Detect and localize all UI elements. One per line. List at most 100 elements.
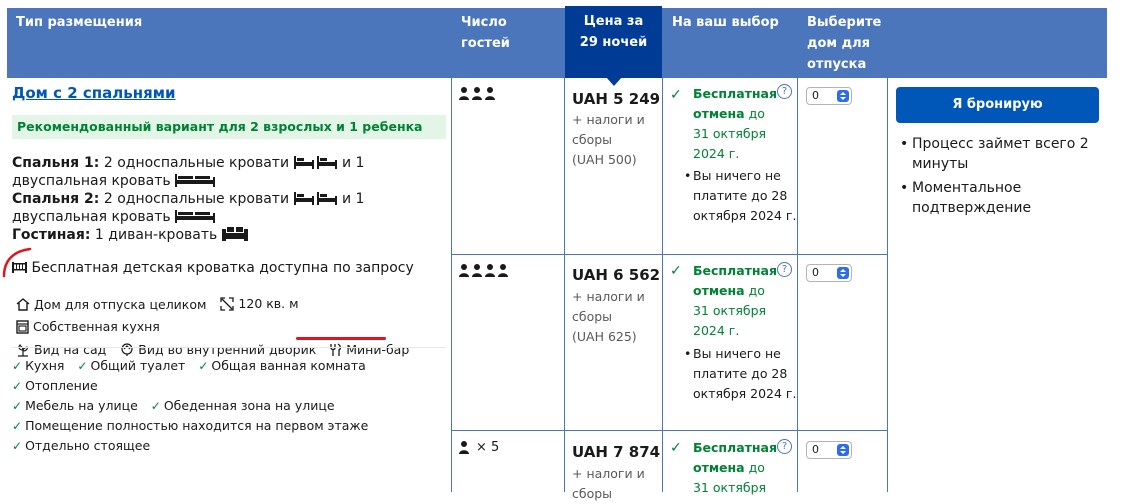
cancellation-policy: Бесплатная отмена до 31 октября 2024 г. <box>693 261 779 341</box>
minibar-icon <box>330 343 342 356</box>
bullet-dot: • <box>900 136 909 152</box>
info-icon[interactable]: ? <box>777 262 792 277</box>
person-icon <box>459 264 508 277</box>
price-taxes: + налоги и сборы (UAH 500) <box>572 110 645 170</box>
unit-select[interactable]: 0 <box>806 87 852 105</box>
col-header-price-label: Цена за 29 ночей <box>579 14 648 50</box>
facility-label: Собственная кухня <box>33 319 160 334</box>
section-divider <box>12 347 446 348</box>
free-cancel-label: отмена <box>693 283 745 298</box>
person-icon <box>459 441 469 454</box>
unit-select[interactable]: 0 <box>806 264 852 282</box>
col-divider <box>564 8 565 492</box>
unit-select-value: 0 <box>812 443 819 456</box>
courtyard-view-icon <box>121 343 133 356</box>
col-header-guests-label: Число гостей <box>461 15 510 51</box>
amenity-label: Общий туалет <box>90 358 186 373</box>
bedroom1-text: 2 односпальные кровати <box>99 155 294 171</box>
tax-line: + налоги и <box>572 112 645 127</box>
amenity-label: Обеденная зона на улице <box>163 398 335 413</box>
free-cancel-date: 31 октября <box>693 303 767 318</box>
check-icon: ✓ <box>77 359 88 373</box>
col-header-book <box>888 8 1107 78</box>
crib-icon <box>12 262 27 273</box>
room-name-link[interactable]: Дом с 2 спальнями <box>12 84 176 102</box>
booking-benefit-text: Процесс займет всего 2 минуты <box>912 136 1089 172</box>
amenity-item: ✓ Обеденная зона на улице <box>151 396 335 416</box>
facility-label: 120 кв. м <box>238 296 299 311</box>
col-divider <box>797 8 798 492</box>
check-icon: ✓ <box>12 399 23 413</box>
info-icon[interactable]: ? <box>777 439 792 454</box>
free-cancel-label: отмена <box>693 460 745 475</box>
col-header-type-label: Тип размещения <box>16 15 143 30</box>
booking-benefit: • Процесс займет всего 2 минуты <box>900 134 1102 174</box>
price-amount: UAH 5 249 <box>572 90 661 108</box>
free-cancel-date: 2024 г. <box>693 323 740 338</box>
unit-select-value: 0 <box>812 89 819 102</box>
facility-label: Дом для отпуска целиком <box>34 296 207 312</box>
free-cancel-date: 2024 г. <box>693 146 740 161</box>
book-now-button[interactable]: Я бронирую <box>896 87 1099 123</box>
col-header-price[interactable]: Цена за 29 ночей <box>565 6 662 78</box>
info-icon[interactable]: ? <box>777 84 792 99</box>
facility-item: 120 кв. м <box>220 294 299 314</box>
row-divider <box>452 254 888 255</box>
living-room-label: Гостиная: <box>12 227 91 243</box>
check-icon: ✓ <box>12 439 23 453</box>
tax-line: + налоги и <box>572 466 645 481</box>
col-header-select-label: Выберите дом для отпуска <box>807 15 882 72</box>
amenity-item: ✓ Отопление <box>12 376 98 396</box>
tax-line: сборы <box>572 132 613 147</box>
garden-view-icon <box>18 343 28 357</box>
kitchen-icon <box>16 320 29 334</box>
double-bed-icon <box>175 174 216 187</box>
free-cancel-label: до <box>744 283 765 298</box>
check-icon: ✓ <box>12 359 23 373</box>
crib-text: Бесплатная детская кроватка доступна по … <box>31 260 414 276</box>
check-icon: ✓ <box>670 87 682 103</box>
cancellation-policy: Бесплатная отмена до 31 октября 2024 г. <box>693 84 779 164</box>
unit-select-value: 0 <box>812 266 819 279</box>
amenity-label: Кухня <box>25 358 65 373</box>
check-icon: ✓ <box>670 263 682 279</box>
facility-item: Дом для отпуска целиком <box>16 295 206 315</box>
amenities-list: ✓ Кухня ✓ Общий туалет ✓ Общая ванная комна… <box>12 356 452 456</box>
bedroom1-label: Спальня 1: <box>12 155 100 171</box>
amenity-label: Общая ванная комната <box>211 358 366 373</box>
check-icon: ✓ <box>12 419 23 433</box>
amenity-label: Отопление <box>25 378 98 393</box>
col-divider <box>887 8 888 492</box>
free-cancel-label: Бесплатная <box>693 263 777 278</box>
unit-select[interactable]: 0 <box>806 441 852 459</box>
free-cancel-label: до <box>744 460 765 475</box>
amenity-label: Мебель на улице <box>25 398 138 413</box>
facility-item: Собственная кухня <box>16 317 160 337</box>
guest-count <box>459 87 497 100</box>
crib-info: Бесплатная детская кроватка доступна по … <box>12 259 414 277</box>
sort-indicator <box>606 77 622 86</box>
booking-benefit-text: Моментальное подтверждение <box>912 180 1032 216</box>
col-header-type: Тип размещения <box>7 8 451 78</box>
tax-amount: (UAH 500) <box>572 152 637 167</box>
recommended-banner: Рекомендованный вариант для 2 взрослых и… <box>12 115 446 139</box>
cancellation-policy: Бесплатная отмена до 31 октября <box>693 438 779 498</box>
amenity-item: ✓ Мебель на улице <box>12 396 138 416</box>
select-arrows-icon <box>837 444 849 456</box>
free-cancel-label: отмена <box>693 106 745 121</box>
living-room-text: 1 диван-кровать <box>90 227 222 243</box>
check-icon: ✓ <box>150 399 161 413</box>
price-amount: UAH 6 562 <box>572 266 661 284</box>
col-divider <box>662 8 663 492</box>
bullet-dot: • <box>684 346 692 361</box>
double-bed-icon <box>175 210 216 223</box>
bullet-dot: • <box>900 180 909 196</box>
amenity-item: ✓ Отдельно стоящее <box>12 436 150 456</box>
free-cancel-label: Бесплатная <box>693 86 777 101</box>
col-header-guests: Число гостей <box>452 8 564 78</box>
bed-configuration: Спальня 1: 2 односпальные кровати и 1 дв… <box>12 154 452 244</box>
guest-count: × 5 <box>459 440 499 455</box>
check-icon: ✓ <box>12 379 23 393</box>
amenity-item: ✓ Помещение полностью находится на первом… <box>12 416 368 436</box>
col-header-choice-label: На ваш выбор <box>672 15 779 30</box>
